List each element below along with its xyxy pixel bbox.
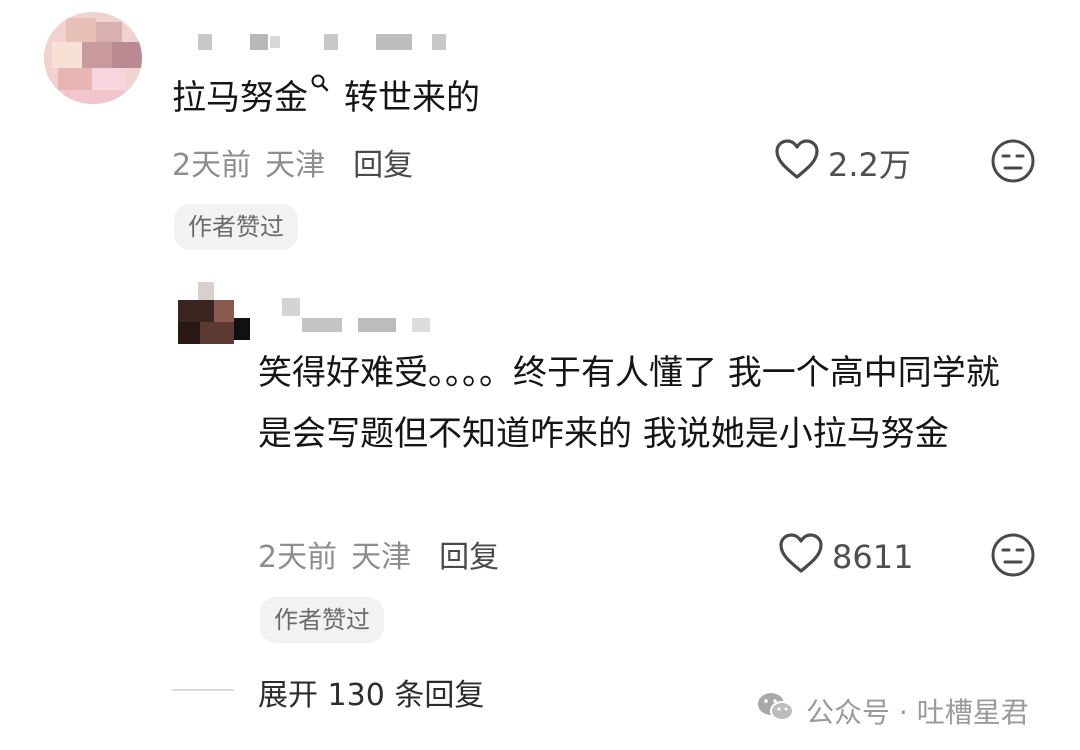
reply-location: 天津 xyxy=(351,540,412,575)
watermark-text: 公众号 · 吐槽星君 xyxy=(806,695,1029,729)
comment-time: 2天前 xyxy=(172,148,252,183)
reply-like-count: 8611 xyxy=(832,538,914,576)
search-icon[interactable] xyxy=(310,62,330,92)
reply-like-button[interactable]: 8611 xyxy=(778,532,913,582)
commenter-avatar[interactable] xyxy=(44,12,142,104)
comment-like-button[interactable]: 2.2万 xyxy=(774,138,911,188)
expand-replies-button[interactable]: 展开 130 条回复 xyxy=(258,670,484,714)
comment-like-count: 2.2万 xyxy=(828,146,911,184)
comment-meta: 2天前 天津 回复 xyxy=(172,140,413,184)
watermark: 公众号 · 吐槽星君 xyxy=(756,690,1029,731)
comment-text: 拉马努金 转世来的 xyxy=(172,74,480,118)
reply-reply-button[interactable]: 回复 xyxy=(439,540,499,575)
comment-text-rest: 转世来的 xyxy=(344,78,480,118)
heart-outline-icon xyxy=(778,532,832,582)
reply-meta: 2天前 天津 回复 xyxy=(258,532,499,576)
commenter-name[interactable] xyxy=(198,30,458,52)
expand-divider xyxy=(172,689,234,691)
reply-time: 2天前 xyxy=(258,540,338,575)
replier-avatar[interactable] xyxy=(178,282,250,344)
wechat-icon xyxy=(756,690,796,731)
comment-author-liked-badge: 作者赞过 xyxy=(174,204,298,250)
comment-location: 天津 xyxy=(265,148,326,183)
comment-reply-button[interactable]: 回复 xyxy=(353,148,413,183)
neutral-face-icon[interactable] xyxy=(990,138,1036,188)
reply-text: 笑得好难受。。。。终于有人懂了 我一个高中同学就是会写题但不知道咋来的 我说她是… xyxy=(258,353,1000,454)
replier-name[interactable] xyxy=(282,298,442,338)
reply-author-liked-badge: 作者赞过 xyxy=(260,597,384,643)
comment-text-keyword[interactable]: 拉马努金 xyxy=(172,78,308,118)
heart-outline-icon xyxy=(774,138,828,188)
neutral-face-icon[interactable] xyxy=(990,532,1036,582)
